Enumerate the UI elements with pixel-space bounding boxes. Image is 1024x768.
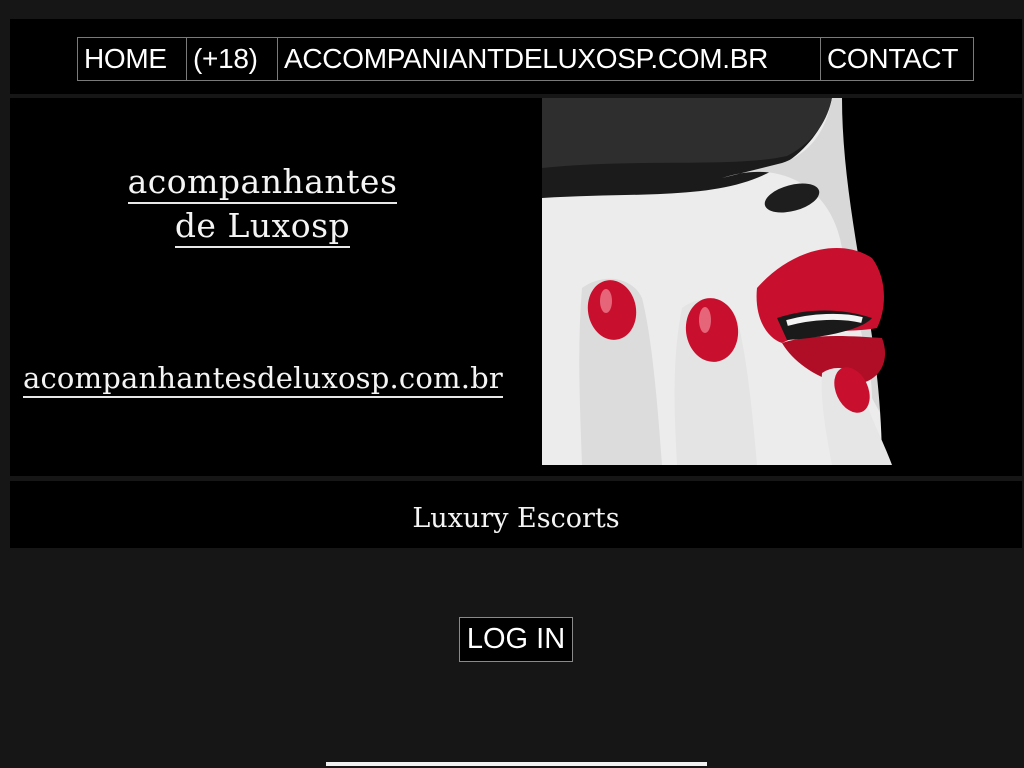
nav-item-adult[interactable]: (+18) [187, 38, 278, 80]
hero-banner: acompanhantes de Luxosp acompanhantesdel… [10, 98, 1022, 476]
nav-item-site[interactable]: ACCOMPANIANTDELUXOSP.COM.BR [278, 38, 821, 80]
login-button[interactable]: LOG IN [459, 617, 573, 662]
page: HOME (+18) ACCOMPANIANTDELUXOSP.COM.BR C… [0, 0, 1024, 768]
hero-title-line1: acompanhantes [127, 162, 398, 204]
footer-divider [326, 762, 707, 766]
red-lips-photo-icon [542, 98, 908, 465]
lips-illustration [542, 98, 908, 465]
hero-url: acompanhantesdeluxosp.com.br [23, 360, 503, 398]
tagline-text: Luxury Escorts [412, 503, 620, 534]
nav-menu: HOME (+18) ACCOMPANIANTDELUXOSP.COM.BR C… [77, 37, 974, 81]
hero-title-line2: de Luxosp [174, 206, 351, 248]
top-navigation: HOME (+18) ACCOMPANIANTDELUXOSP.COM.BR C… [10, 19, 1022, 94]
nav-item-home[interactable]: HOME [78, 38, 187, 80]
tagline-bar: Luxury Escorts [10, 481, 1022, 548]
hero-title: acompanhantes de Luxosp [10, 160, 515, 248]
nav-item-contact[interactable]: CONTACT [821, 38, 973, 80]
